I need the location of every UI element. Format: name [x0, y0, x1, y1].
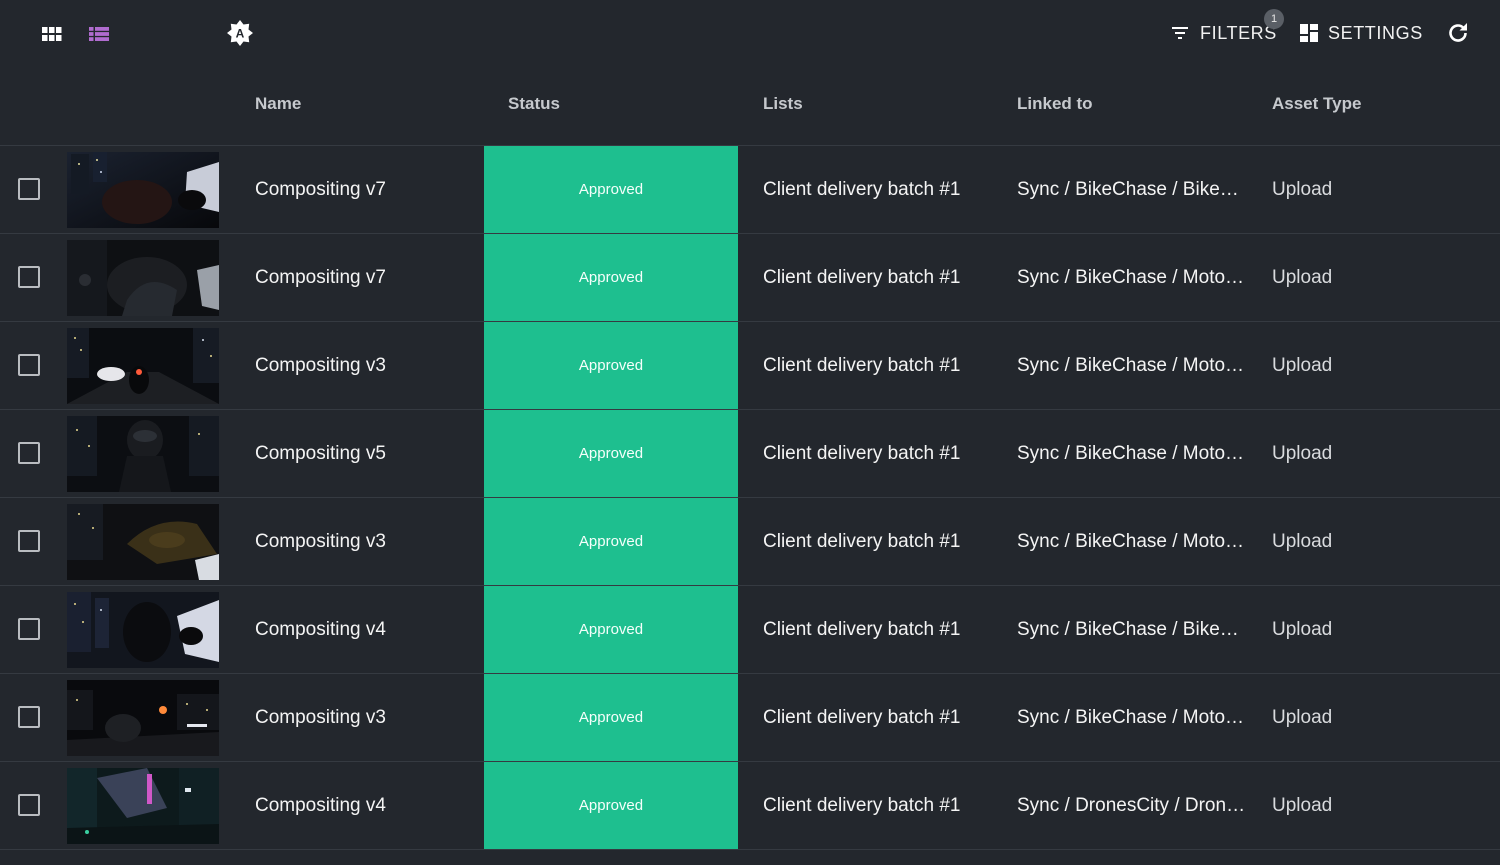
row-checkbox[interactable] — [18, 618, 40, 640]
asset-list: Client delivery batch #1 — [763, 354, 961, 376]
asset-name[interactable]: Compositing v4 — [255, 762, 386, 849]
settings-button[interactable]: SETTINGS — [1300, 18, 1423, 48]
asset-linked-to: Sync / BikeChase / Bike… — [1017, 618, 1239, 640]
auto-mode-button[interactable]: A — [224, 17, 256, 49]
filters-button[interactable]: FILTERS 1 — [1170, 9, 1284, 48]
status-badge[interactable]: Approved — [484, 410, 738, 497]
asset-thumbnail[interactable] — [67, 152, 219, 228]
asset-linked-to: Sync / BikeChase / Moto… — [1017, 442, 1245, 464]
toolbar: A FILTERS 1 SETTINGS — [0, 0, 1500, 68]
status-badge[interactable]: Approved — [484, 146, 738, 233]
asset-name[interactable]: Compositing v4 — [255, 586, 386, 673]
asset-linked-to: Sync / BikeChase / Moto… — [1017, 706, 1245, 728]
asset-thumbnail[interactable] — [67, 416, 219, 492]
table-row[interactable]: Compositing v5 Approved Client delivery … — [0, 410, 1500, 498]
asset-type: Upload — [1272, 266, 1333, 288]
asset-linked-to: Sync / BikeChase / Bike… — [1017, 178, 1239, 200]
asset-linked-to: Sync / BikeChase / Moto… — [1017, 530, 1245, 552]
asset-thumbnail[interactable] — [67, 504, 219, 580]
asset-name[interactable]: Compositing v5 — [255, 410, 386, 497]
asset-thumbnail[interactable] — [67, 768, 219, 844]
list-view-button[interactable] — [85, 20, 113, 48]
table-row[interactable]: Compositing v3 Approved Client delivery … — [0, 674, 1500, 762]
table-row[interactable]: Compositing v4 Approved Client delivery … — [0, 586, 1500, 674]
row-checkbox[interactable] — [18, 794, 40, 816]
status-badge[interactable]: Approved — [484, 762, 738, 849]
table-row[interactable]: Compositing v3 Approved Client delivery … — [0, 322, 1500, 410]
status-badge[interactable]: Approved — [484, 674, 738, 761]
table-row[interactable]: Compositing v3 Approved Client delivery … — [0, 498, 1500, 586]
dashboard-icon — [1300, 24, 1318, 42]
asset-list: Client delivery batch #1 — [763, 266, 961, 288]
asset-thumbnail[interactable] — [67, 328, 219, 404]
asset-list-app: A FILTERS 1 SETTINGS Name Status Lists L… — [0, 0, 1500, 865]
row-checkbox[interactable] — [18, 706, 40, 728]
asset-thumbnail[interactable] — [67, 592, 219, 668]
asset-type: Upload — [1272, 618, 1333, 640]
table-row[interactable]: Compositing v7 Approved Client delivery … — [0, 146, 1500, 234]
asset-linked-to: Sync / BikeChase / Moto… — [1017, 266, 1245, 288]
row-checkbox[interactable] — [18, 266, 40, 288]
asset-list: Client delivery batch #1 — [763, 530, 961, 552]
asset-list: Client delivery batch #1 — [763, 618, 961, 640]
asset-type: Upload — [1272, 442, 1333, 464]
refresh-icon — [1449, 23, 1467, 42]
asset-thumbnail[interactable] — [67, 680, 219, 756]
asset-type: Upload — [1272, 178, 1333, 200]
brightness-auto-icon: A — [227, 20, 253, 46]
column-header-status[interactable]: Status — [508, 94, 560, 114]
status-badge[interactable]: Approved — [484, 234, 738, 321]
list-view-icon — [89, 27, 109, 41]
status-badge[interactable]: Approved — [484, 586, 738, 673]
svg-text:A: A — [236, 27, 245, 41]
asset-type: Upload — [1272, 706, 1333, 728]
filters-count-badge: 1 — [1264, 9, 1284, 29]
asset-type: Upload — [1272, 794, 1333, 816]
asset-table-body: Compositing v7 Approved Client delivery … — [0, 146, 1500, 850]
asset-list: Client delivery batch #1 — [763, 794, 961, 816]
status-badge[interactable]: Approved — [484, 498, 738, 585]
table-row[interactable]: Compositing v7 Approved Client delivery … — [0, 234, 1500, 322]
column-header-asset-type[interactable]: Asset Type — [1272, 94, 1361, 114]
asset-list: Client delivery batch #1 — [763, 706, 961, 728]
row-checkbox[interactable] — [18, 442, 40, 464]
column-header-name[interactable]: Name — [255, 94, 301, 114]
table-row[interactable]: Compositing v4 Approved Client delivery … — [0, 762, 1500, 850]
table-header: Name Status Lists Linked to Asset Type — [0, 68, 1500, 146]
asset-list: Client delivery batch #1 — [763, 178, 961, 200]
column-header-lists[interactable]: Lists — [763, 94, 803, 114]
row-checkbox[interactable] — [18, 530, 40, 552]
asset-thumbnail[interactable] — [67, 240, 219, 316]
row-checkbox[interactable] — [18, 178, 40, 200]
asset-name[interactable]: Compositing v3 — [255, 322, 386, 409]
asset-name[interactable]: Compositing v3 — [255, 674, 386, 761]
filters-label: FILTERS — [1200, 22, 1277, 43]
asset-type: Upload — [1272, 530, 1333, 552]
asset-name[interactable]: Compositing v7 — [255, 146, 386, 233]
asset-name[interactable]: Compositing v3 — [255, 498, 386, 585]
row-checkbox[interactable] — [18, 354, 40, 376]
asset-linked-to: Sync / BikeChase / Moto… — [1017, 354, 1245, 376]
filter-list-icon — [1172, 27, 1188, 39]
asset-linked-to: Sync / DronesCity / Dron… — [1017, 794, 1246, 816]
refresh-button[interactable] — [1443, 18, 1473, 48]
asset-type: Upload — [1272, 354, 1333, 376]
grid-view-icon — [42, 27, 62, 41]
status-badge[interactable]: Approved — [484, 322, 738, 409]
settings-label: SETTINGS — [1328, 22, 1423, 43]
asset-list: Client delivery batch #1 — [763, 442, 961, 464]
asset-name[interactable]: Compositing v7 — [255, 234, 386, 321]
column-header-linked-to[interactable]: Linked to — [1017, 94, 1093, 114]
grid-view-button[interactable] — [38, 20, 66, 48]
